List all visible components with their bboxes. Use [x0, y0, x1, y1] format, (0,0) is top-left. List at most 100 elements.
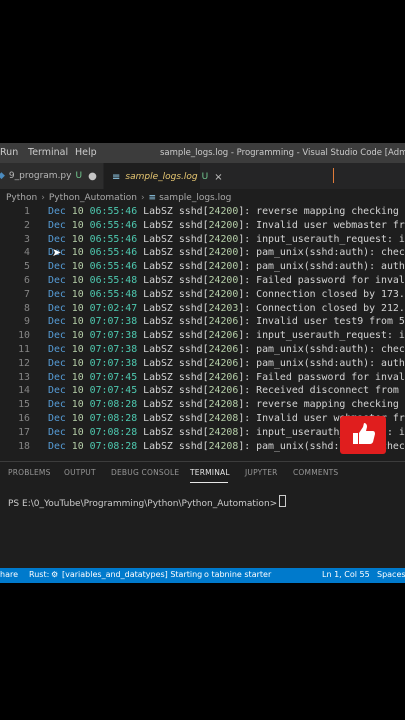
code-line[interactable]: 15 Dec 10 07:08:28 LabSZ sshd[24208]: rev…: [0, 398, 405, 412]
log-month: Dec: [48, 399, 66, 411]
tab-terminal[interactable]: TERMINAL: [190, 468, 230, 477]
log-time: 07:07:38: [89, 344, 138, 355]
log-host: LabSZ: [143, 261, 173, 273]
log-message: pam_unix(sshd:auth): check pa: [256, 344, 405, 355]
breadcrumb-python-automation[interactable]: Python_Automation: [49, 193, 137, 203]
line-number: 2: [24, 219, 30, 231]
terminal-prompt[interactable]: PS E:\0_YouTube\Programming\Python\Pytho…: [8, 495, 287, 509]
close-icon[interactable]: ×: [214, 172, 222, 183]
log-process: sshd: [178, 261, 203, 273]
log-pid: 24206: [208, 385, 239, 397]
log-host: LabSZ: [143, 316, 173, 328]
tab-problems[interactable]: PROBLEMS: [8, 468, 51, 477]
code-line[interactable]: 14 Dec 10 07:07:45 LabSZ sshd[24206]: Rec…: [0, 384, 405, 398]
log-host: LabSZ: [143, 399, 173, 411]
log-month: Dec: [48, 344, 66, 355]
status-spaces[interactable]: Spaces: [377, 570, 405, 579]
code-line[interactable]: 10 Dec 10 07:07:38 LabSZ sshd[24206]: inp…: [0, 329, 405, 343]
breadcrumb: Python › Python_Automation › ≡ sample_lo…: [6, 191, 231, 205]
breadcrumb-python[interactable]: Python: [6, 193, 37, 203]
untracked-badge: U: [75, 171, 83, 181]
log-month: Dec: [48, 206, 66, 217]
mouse-pointer-icon: ➤: [52, 246, 62, 259]
line-content: Dec 10 06:55:48 LabSZ sshd[24200]: Faile…: [48, 274, 405, 288]
log-host: LabSZ: [143, 413, 173, 424]
log-time: 07:08:28: [89, 426, 138, 438]
log-month: Dec: [48, 275, 66, 286]
log-process: sshd: [178, 399, 203, 411]
log-message: reverse mapping checking geta: [256, 399, 405, 411]
menu-help[interactable]: Help: [75, 147, 97, 158]
line-content: Dec 10 06:55:48 LabSZ sshd[24200]: Conne…: [48, 288, 405, 302]
menu-run[interactable]: Run: [0, 147, 18, 158]
code-line[interactable]: 5 Dec 10 06:55:46 LabSZ sshd[24200]: pam_…: [0, 260, 405, 274]
editor-tabs: ◆ 9_program.py U ● ≡ sample_logs.log U ×: [0, 163, 405, 190]
line-number: 14: [18, 385, 30, 397]
log-host: LabSZ: [143, 330, 173, 342]
log-month: Dec: [48, 288, 66, 300]
log-message: Invalid user test9 from 52.80: [256, 316, 405, 328]
tab-sample-logs[interactable]: ≡ sample_logs.log U ×: [104, 163, 223, 190]
log-pid: 24208: [208, 399, 239, 411]
tab-9-program[interactable]: ◆ 9_program.py U ●: [0, 163, 103, 189]
log-day: 10: [71, 275, 84, 286]
line-content: Dec 10 06:55:46 LabSZ sshd[24200]: Inval…: [48, 219, 405, 233]
code-line[interactable]: 13 Dec 10 07:07:45 LabSZ sshd[24206]: Fai…: [0, 371, 405, 385]
thumbs-up-icon: [353, 423, 375, 444]
log-host: LabSZ: [143, 371, 173, 383]
breadcrumb-file[interactable]: sample_logs.log: [159, 193, 231, 203]
line-content: Dec 10 07:02:47 LabSZ sshd[24203]: Conne…: [48, 302, 405, 316]
log-process: sshd: [178, 385, 203, 397]
line-number: 1: [24, 206, 30, 217]
status-tabnine[interactable]: o tabnine starter: [204, 570, 271, 579]
chevron-right-icon: ›: [41, 193, 45, 203]
log-time: 07:07:38: [89, 330, 138, 342]
log-day: 10: [71, 288, 84, 300]
line-number: 17: [18, 426, 30, 438]
log-month: Dec: [48, 385, 66, 397]
log-time: 06:55:48: [89, 275, 138, 286]
status-share[interactable]: hare: [0, 570, 18, 579]
code-line[interactable]: 6 Dec 10 06:55:48 LabSZ sshd[24200]: Fail…: [0, 274, 405, 288]
log-time: 06:55:48: [89, 288, 138, 300]
status-rust[interactable]: Rust:: [29, 570, 49, 579]
like-button[interactable]: [340, 416, 386, 454]
log-file-icon: ≡: [148, 193, 157, 203]
log-day: 10: [71, 233, 84, 245]
log-host: LabSZ: [143, 440, 173, 452]
code-line[interactable]: 8 Dec 10 07:02:47 LabSZ sshd[24203]: Conn…: [0, 302, 405, 316]
log-day: 10: [71, 261, 84, 273]
menu-terminal[interactable]: Terminal: [28, 147, 68, 158]
log-day: 10: [71, 399, 84, 411]
code-line[interactable]: 12 Dec 10 07:07:38 LabSZ sshd[24206]: pam…: [0, 357, 405, 371]
tab-comments[interactable]: COMMENTS: [293, 468, 338, 477]
code-line[interactable]: 3 Dec 10 06:55:46 LabSZ sshd[24200]: inpu…: [0, 233, 405, 247]
status-rust-analyzer[interactable]: [variables_and_datatypes] Starting: [62, 570, 202, 579]
log-host: LabSZ: [143, 219, 173, 231]
log-process: sshd: [178, 247, 203, 259]
code-line[interactable]: 11 Dec 10 07:07:38 LabSZ sshd[24206]: pam…: [0, 343, 405, 357]
log-day: 10: [71, 440, 84, 452]
tab-output[interactable]: OUTPUT: [64, 468, 96, 477]
log-host: LabSZ: [143, 357, 173, 369]
log-message: reverse mapping checking geta: [256, 206, 405, 217]
status-cursor-position[interactable]: Ln 1, Col 55: [322, 570, 370, 579]
log-pid: 24208: [208, 413, 239, 424]
log-message: Received disconnect from 52.8: [256, 385, 405, 397]
code-line[interactable]: 7 Dec 10 06:55:48 LabSZ sshd[24200]: Conn…: [0, 288, 405, 302]
log-process: sshd: [178, 357, 203, 369]
log-message: input_userauth_request: inval: [256, 233, 405, 245]
log-message: Failed password for invalid u: [256, 371, 405, 383]
unsaved-dot-icon[interactable]: ●: [88, 171, 97, 182]
log-process: sshd: [178, 302, 203, 314]
code-line[interactable]: 1 Dec 10 06:55:46 LabSZ sshd[24200]: reve…: [0, 205, 405, 219]
tab-debug-console[interactable]: DEBUG CONSOLE: [111, 468, 179, 477]
orange-cursor-mark: [333, 168, 334, 183]
log-host: LabSZ: [143, 344, 173, 355]
code-line[interactable]: 9 Dec 10 07:07:38 LabSZ sshd[24206]: Inva…: [0, 315, 405, 329]
tab-jupyter[interactable]: JUPYTER: [245, 468, 278, 477]
code-line[interactable]: 2 Dec 10 06:55:46 LabSZ sshd[24200]: Inva…: [0, 219, 405, 233]
log-month: Dec: [48, 219, 66, 231]
log-day: 10: [71, 344, 84, 355]
vscode-window: Run Terminal Help sample_logs.log - Prog…: [0, 143, 405, 583]
